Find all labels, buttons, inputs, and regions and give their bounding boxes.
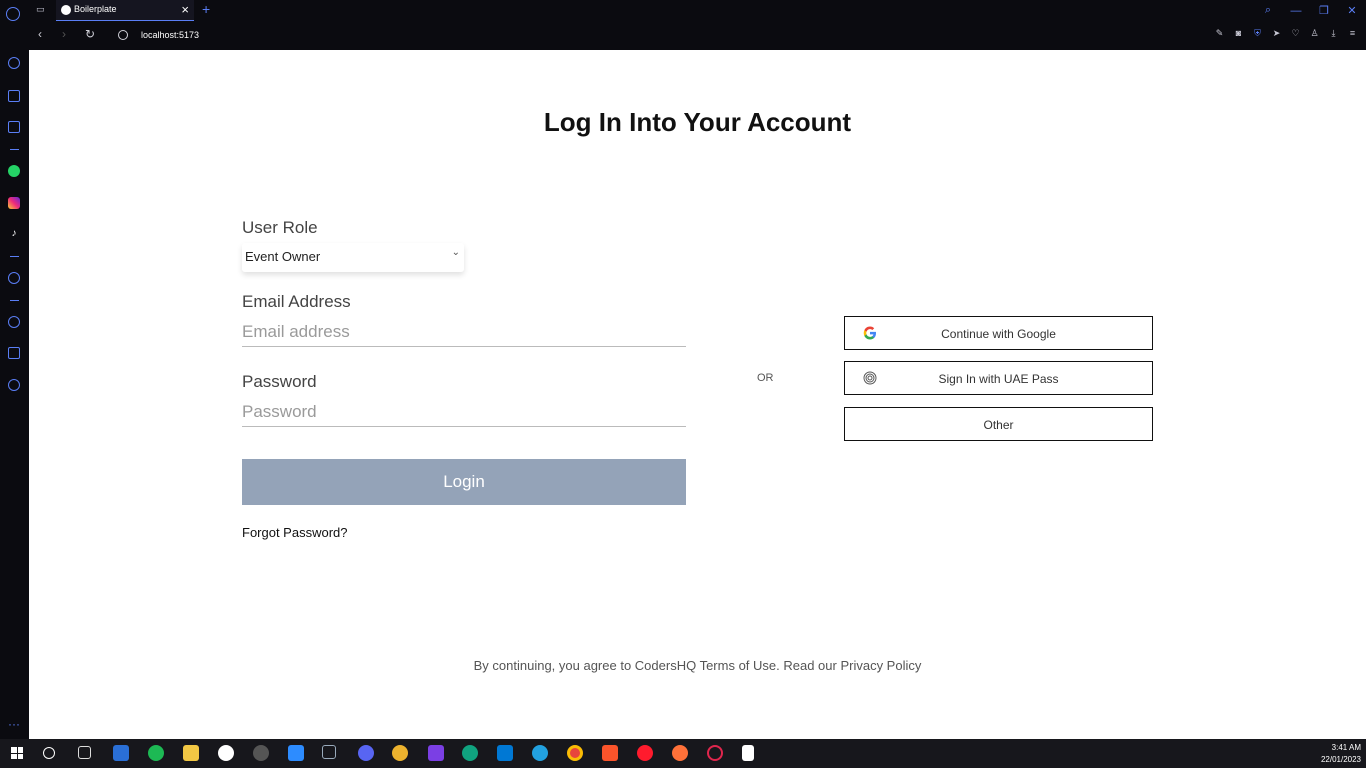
whatsapp-icon[interactable] — [8, 165, 20, 177]
other-login-button[interactable]: Other — [844, 407, 1153, 441]
close-tab-icon[interactable]: × — [181, 2, 189, 17]
messenger-icon[interactable] — [8, 272, 20, 284]
opera-icon[interactable] — [637, 745, 653, 761]
uae-pass-button[interactable]: Sign In with UAE Pass — [844, 361, 1153, 395]
clock-time: 3:41 AM — [1331, 743, 1361, 752]
opera-gx-icon[interactable] — [707, 745, 723, 761]
heart-icon[interactable]: ♡ — [1290, 28, 1301, 39]
login-button[interactable]: Login — [242, 459, 686, 505]
workspaces-icon[interactable]: ▭ — [36, 4, 48, 14]
new-tab-icon[interactable]: + — [202, 1, 210, 17]
site-info-icon[interactable] — [118, 30, 128, 40]
google-login-button[interactable]: Continue with Google — [844, 316, 1153, 350]
address-bar: ‹ › ↻ localhost:5173 ✎ ◙ ⛨ ➤ ♡ ♙ ⤓ ≡ — [29, 21, 1366, 50]
task-view-icon[interactable] — [78, 746, 91, 759]
camera-icon[interactable]: ◙ — [1233, 28, 1244, 39]
email-label: Email Address — [242, 292, 351, 311]
forgot-password-link[interactable]: Forgot Password? — [242, 525, 348, 540]
terms-text: By continuing, you agree to CodersHQ Ter… — [473, 658, 922, 673]
browser-sidebar: ♪ ··· — [0, 21, 29, 739]
spotify-icon[interactable] — [148, 745, 164, 761]
forward-icon[interactable]: › — [62, 27, 66, 41]
uae-pass-label: Sign In with UAE Pass — [938, 372, 1059, 386]
file-explorer-icon[interactable] — [183, 745, 199, 761]
tab-bar: ▭ Boilerplate × + ⌕ — ❐ ✕ — [0, 0, 1366, 21]
shield-icon[interactable]: ⛨ — [1252, 28, 1263, 39]
role-label: User Role — [242, 218, 318, 237]
tab-title: Boilerplate — [74, 4, 117, 14]
role-select[interactable]: Event Owner ⌄ — [242, 243, 464, 272]
page-title: Log In Into Your Account — [543, 107, 852, 137]
app-icon[interactable] — [218, 745, 234, 761]
globe-icon — [61, 5, 71, 15]
slack-icon[interactable] — [392, 745, 408, 761]
taskbar: 3:41 AM 22/01/2023 — [0, 739, 1366, 768]
bag-icon[interactable] — [8, 90, 20, 102]
edit-icon[interactable]: ✎ — [1214, 28, 1225, 39]
email-field[interactable] — [242, 317, 686, 347]
twitch-icon[interactable] — [8, 121, 20, 133]
history-icon[interactable] — [8, 316, 20, 328]
system-clock[interactable]: 3:41 AM 22/01/2023 — [1321, 742, 1361, 766]
more-icon[interactable]: ··· — [8, 717, 20, 731]
back-icon[interactable]: ‹ — [38, 27, 42, 41]
notepad-icon[interactable] — [742, 745, 754, 761]
store-icon[interactable] — [113, 745, 129, 761]
tab-boilerplate[interactable]: Boilerplate × — [56, 0, 194, 21]
or-divider: OR — [757, 372, 774, 384]
discord-icon[interactable] — [358, 745, 374, 761]
obsidian-icon[interactable] — [428, 745, 444, 761]
other-login-label: Other — [983, 418, 1014, 432]
password-label: Password — [242, 372, 317, 391]
restore-icon[interactable]: ❐ — [1310, 4, 1338, 17]
brave-icon[interactable] — [602, 745, 618, 761]
search-icon[interactable]: ⌕ — [1254, 4, 1282, 17]
chatgpt-icon[interactable] — [462, 745, 478, 761]
speed-dial-icon[interactable] — [8, 57, 20, 69]
opera-logo-icon[interactable] — [6, 7, 20, 21]
clock-date: 22/01/2023 — [1320, 755, 1361, 764]
zoom-icon[interactable] — [288, 745, 304, 761]
virtualbox-icon[interactable] — [322, 745, 336, 759]
sidebar-divider — [10, 300, 19, 301]
tiktok-icon[interactable]: ♪ — [8, 228, 20, 240]
extensions-icon[interactable] — [8, 347, 20, 359]
chevron-down-icon: ⌄ — [451, 247, 460, 258]
edge-icon[interactable] — [532, 745, 548, 761]
toolbar-tools: ✎ ◙ ⛨ ➤ ♡ ♙ ⤓ ≡ — [1214, 28, 1358, 39]
minimize-icon[interactable]: — — [1282, 5, 1310, 17]
settings-icon[interactable] — [8, 379, 20, 391]
role-select-value: Event Owner — [245, 249, 321, 264]
url-field[interactable]: localhost:5173 — [141, 30, 199, 40]
window-controls: ⌕ — ❐ ✕ — [1254, 0, 1366, 21]
send-icon[interactable]: ➤ — [1271, 28, 1282, 39]
sidebar-divider — [10, 149, 19, 150]
obs-icon[interactable] — [253, 745, 269, 761]
menu-icon[interactable]: ≡ — [1347, 28, 1358, 39]
account-icon[interactable]: ♙ — [1309, 28, 1320, 39]
search-icon[interactable] — [43, 747, 55, 759]
chrome-icon[interactable] — [567, 745, 583, 761]
vscode-icon[interactable] — [497, 745, 513, 761]
password-field[interactable] — [242, 397, 686, 427]
login-page: Log In Into Your Account User Role Event… — [29, 50, 1366, 739]
instagram-icon[interactable] — [8, 197, 20, 209]
reload-icon[interactable]: ↻ — [85, 27, 95, 41]
download-icon[interactable]: ⤓ — [1328, 28, 1339, 39]
windows-start-icon[interactable] — [11, 747, 23, 759]
firefox-icon[interactable] — [672, 745, 688, 761]
close-window-icon[interactable]: ✕ — [1338, 4, 1366, 17]
sidebar-divider — [10, 256, 19, 257]
google-login-label: Continue with Google — [941, 327, 1056, 341]
